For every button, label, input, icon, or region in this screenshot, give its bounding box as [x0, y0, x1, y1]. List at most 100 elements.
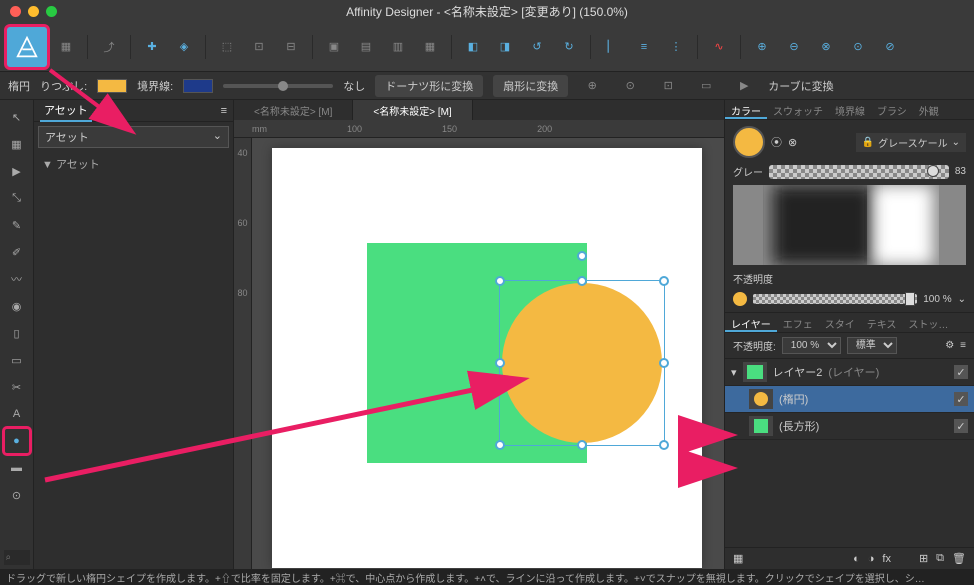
chevron-down-icon[interactable]: ▾: [731, 366, 737, 379]
op-xor-icon[interactable]: ⊙: [844, 33, 872, 61]
share-icon[interactable]: ⤴: [95, 33, 123, 61]
styles-tab[interactable]: スタイ: [819, 313, 861, 332]
snap-icon[interactable]: ∿: [705, 33, 733, 61]
opacity-dropdown-icon[interactable]: ⌄: [958, 294, 966, 305]
handle-tr[interactable]: [659, 276, 669, 286]
layer-visibility[interactable]: ✓: [954, 365, 968, 379]
ctx-icon-1[interactable]: ⊕: [578, 72, 606, 100]
document-tab-1[interactable]: <名称未設定> [M]: [234, 100, 353, 120]
panel-menu-icon[interactable]: ≡: [221, 105, 227, 117]
layer-blend-select[interactable]: 標準: [847, 337, 897, 354]
handle-rotate[interactable]: [577, 251, 587, 261]
document-tab-2[interactable]: <名称未設定> [M]: [353, 100, 472, 120]
arrange-back-icon[interactable]: ▥: [384, 33, 412, 61]
gear-icon[interactable]: ⚙: [945, 340, 954, 351]
handle-tc[interactable]: [577, 276, 587, 286]
duplicate-icon[interactable]: ⧉: [936, 552, 944, 565]
deselect-icon[interactable]: ⊟: [277, 33, 305, 61]
flip-v-icon[interactable]: ◨: [491, 33, 519, 61]
place-image-tool[interactable]: ▭: [4, 347, 30, 373]
layer-menu-icon[interactable]: ≡: [960, 340, 966, 351]
brush-tool[interactable]: 〰: [4, 266, 30, 292]
corner-tool[interactable]: ⤡: [4, 185, 30, 211]
color-well[interactable]: [733, 126, 765, 158]
add-layer-icon[interactable]: ✚: [138, 33, 166, 61]
ctx-icon-4[interactable]: ▭: [692, 72, 720, 100]
ctx-icon-5[interactable]: ▶: [730, 72, 758, 100]
handle-ml[interactable]: [495, 358, 505, 368]
arrange-forward-icon[interactable]: ▤: [352, 33, 380, 61]
asset-category-dropdown[interactable]: アセット⌄: [38, 126, 229, 148]
rectangle-tool[interactable]: ▬: [4, 455, 30, 481]
layer-opacity-select[interactable]: 100 %: [782, 337, 841, 354]
rotate-cw-icon[interactable]: ↻: [555, 33, 583, 61]
brush-tab[interactable]: ブラシ: [871, 100, 913, 119]
color-preview[interactable]: [733, 185, 966, 265]
asset-section-header[interactable]: ▼ アセット: [34, 152, 233, 176]
app-persona-icon[interactable]: [6, 26, 48, 68]
crop-tool[interactable]: ✂: [4, 374, 30, 400]
layers-tab[interactable]: レイヤー: [725, 313, 777, 332]
convert-curve-button[interactable]: カーブに変換: [768, 78, 833, 94]
appearance-tab[interactable]: 外観: [913, 100, 945, 119]
effects-tab[interactable]: エフェ: [777, 313, 819, 332]
fx-icon[interactable]: fx: [882, 553, 891, 565]
artboard[interactable]: [272, 148, 702, 568]
stroke-swatch[interactable]: [183, 79, 213, 93]
fill-tool[interactable]: ◉: [4, 293, 30, 319]
align-left-icon[interactable]: ▏: [598, 33, 626, 61]
op-add-icon[interactable]: ⊕: [748, 33, 776, 61]
handle-br[interactable]: [659, 440, 669, 450]
assets-tab[interactable]: アセット: [40, 100, 92, 122]
noise-icon[interactable]: ⊗: [788, 136, 797, 149]
colorspace-dropdown[interactable]: 🔒 グレースケール ⌄: [856, 133, 966, 152]
mask-icon[interactable]: ◐: [853, 553, 860, 565]
ctx-icon-2[interactable]: ⊙: [616, 72, 644, 100]
tool-search-input[interactable]: [4, 550, 30, 565]
handle-mr[interactable]: [659, 358, 669, 368]
pencil-tool[interactable]: ✐: [4, 239, 30, 265]
op-subtract-icon[interactable]: ⊖: [780, 33, 808, 61]
minimize-window[interactable]: [28, 6, 39, 17]
color-tab[interactable]: カラー: [725, 100, 767, 119]
fill-swatch[interactable]: [97, 79, 127, 93]
boolean-icon[interactable]: ◈: [170, 33, 198, 61]
ctx-icon-3[interactable]: ⊡: [654, 72, 682, 100]
pen-tool[interactable]: ✎: [4, 212, 30, 238]
layer-visibility[interactable]: ✓: [954, 392, 968, 406]
rotate-ccw-icon[interactable]: ↺: [523, 33, 551, 61]
handle-bc[interactable]: [577, 440, 587, 450]
flip-h-icon[interactable]: ◧: [459, 33, 487, 61]
handle-tl[interactable]: [495, 276, 505, 286]
stock-tab[interactable]: ストッ…: [902, 313, 954, 332]
layer-row-group[interactable]: ▾ レイヤー2 (レイヤー) ✓: [725, 359, 974, 386]
layer-visibility[interactable]: ✓: [954, 419, 968, 433]
grey-slider[interactable]: [769, 165, 949, 179]
adjust-icon[interactable]: ◑: [868, 553, 875, 565]
node-tool[interactable]: ▶: [4, 158, 30, 184]
convert-donut-button[interactable]: ドーナツ形に変換: [375, 75, 483, 97]
persona-pixel-icon[interactable]: ▦: [52, 33, 80, 61]
textstyles-tab[interactable]: テキス: [861, 313, 903, 332]
close-window[interactable]: [10, 6, 21, 17]
canvas[interactable]: [252, 138, 724, 569]
arrange-front-icon[interactable]: ▣: [320, 33, 348, 61]
stroke-tab[interactable]: 境界線: [829, 100, 871, 119]
convert-fan-button[interactable]: 扇形に変換: [493, 75, 568, 97]
handle-bl[interactable]: [495, 440, 505, 450]
op-intersect-icon[interactable]: ⊗: [812, 33, 840, 61]
stroke-width-slider[interactable]: [223, 84, 333, 88]
artboard-tool[interactable]: ▦: [4, 131, 30, 157]
layer-row-rectangle[interactable]: (長方形) ✓: [725, 413, 974, 440]
text-tool[interactable]: A: [4, 401, 30, 427]
op-divide-icon[interactable]: ⊘: [876, 33, 904, 61]
ellipse-tool[interactable]: ●: [4, 428, 30, 454]
select-same-icon[interactable]: ⊡: [245, 33, 273, 61]
transparency-tool[interactable]: ▯: [4, 320, 30, 346]
select-all-icon[interactable]: ⬚: [213, 33, 241, 61]
layer-group-icon[interactable]: ▦: [733, 552, 743, 565]
distribute-icon[interactable]: ⋮: [662, 33, 690, 61]
delete-layer-icon[interactable]: 🗑: [952, 552, 966, 565]
move-tool[interactable]: ↖: [4, 104, 30, 130]
layer-row-ellipse[interactable]: (楕円) ✓: [725, 386, 974, 413]
